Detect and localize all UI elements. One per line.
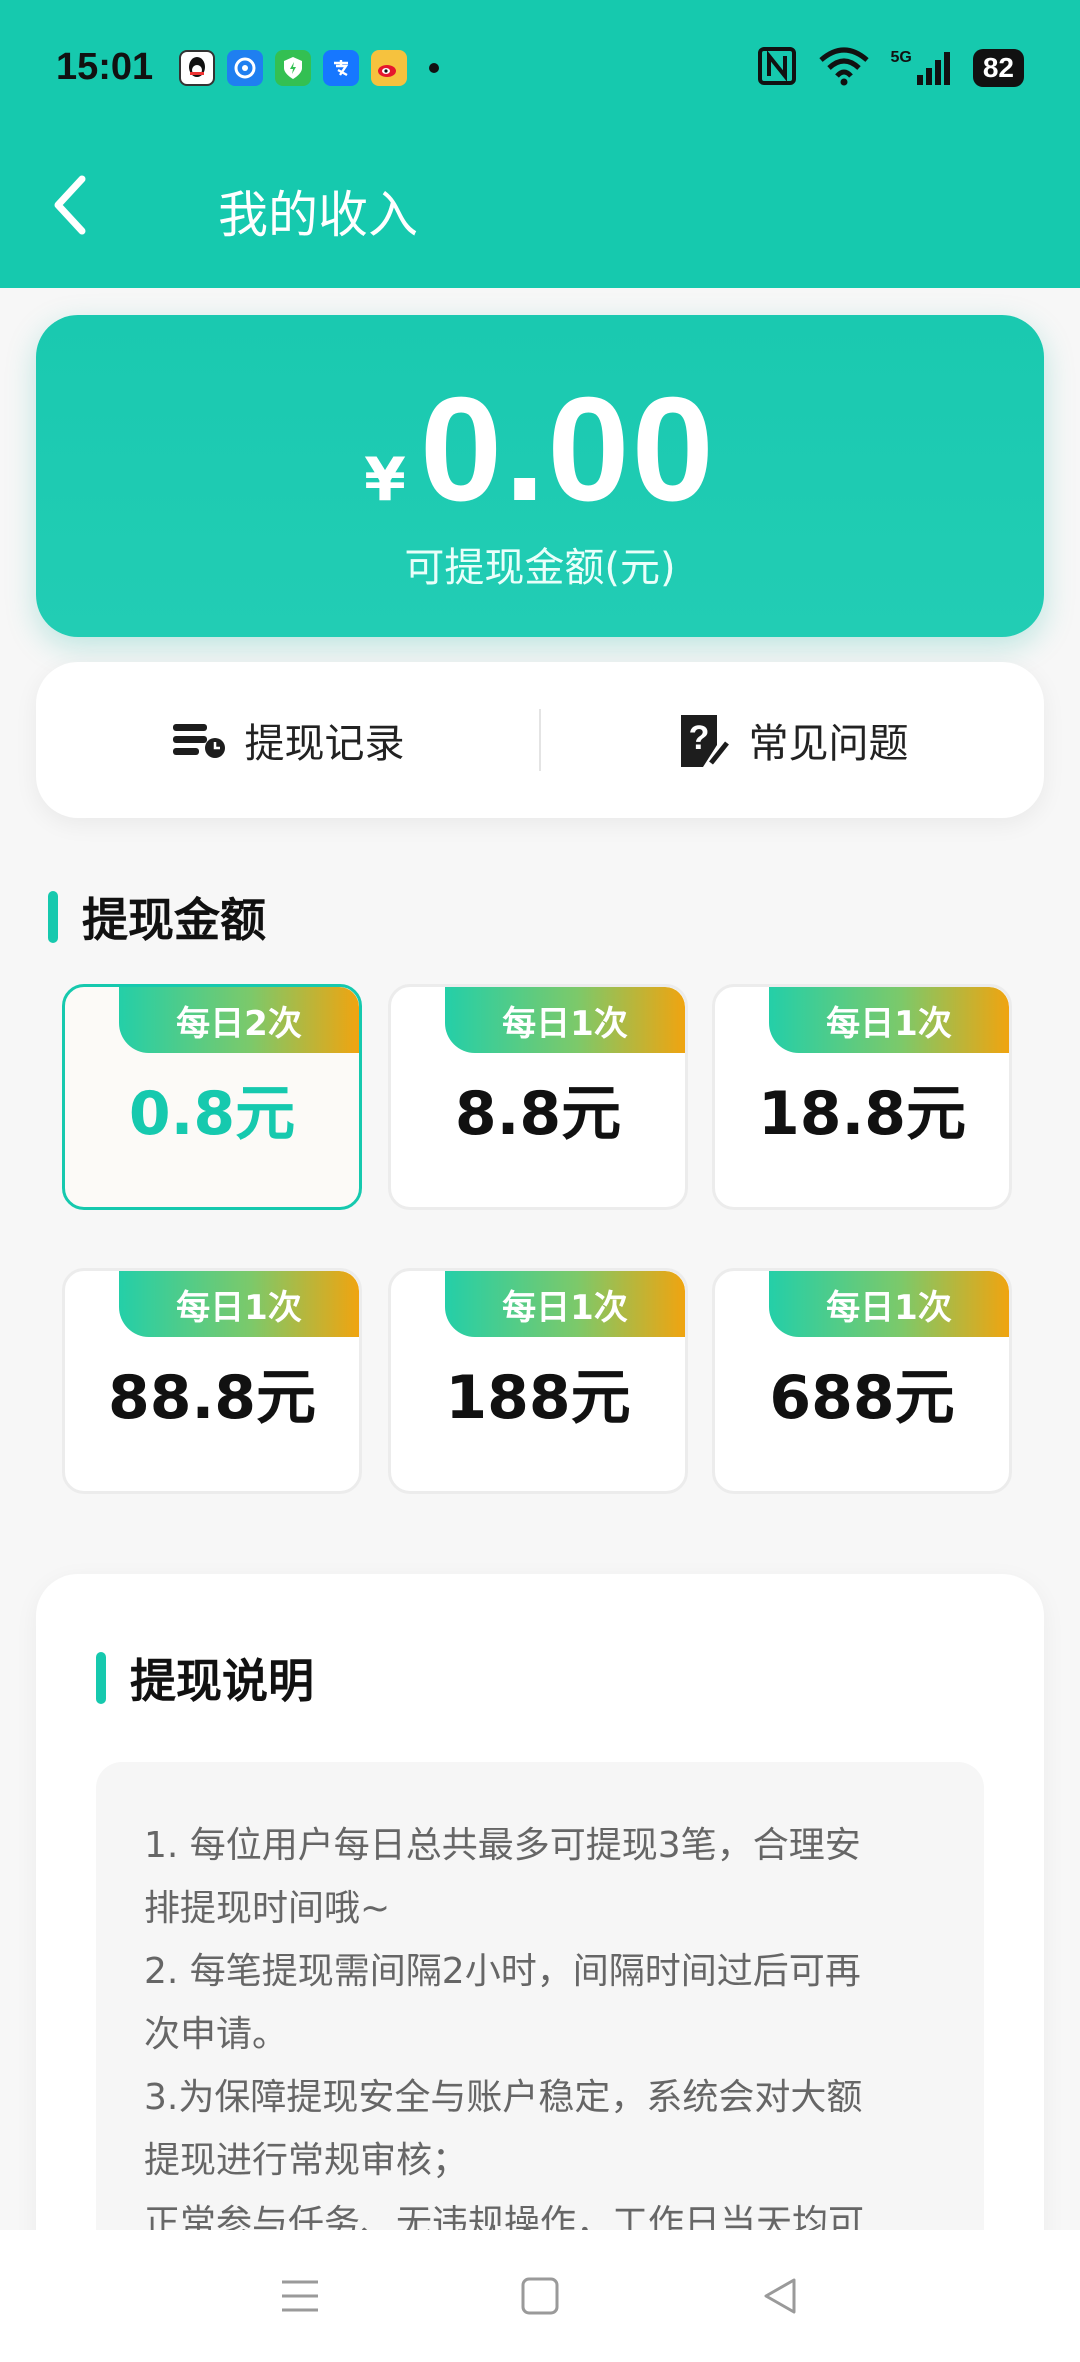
action-card: 提现记录 ? 常见问题 xyxy=(36,662,1044,818)
back-triangle-icon xyxy=(764,2278,796,2314)
option-value: 8.8元 xyxy=(454,1079,622,1149)
faq-label: 常见问题 xyxy=(748,721,909,767)
option-badge: 每日1次 xyxy=(119,1271,359,1337)
system-nav-bar xyxy=(0,2230,1080,2362)
pinwheel-icon xyxy=(227,49,264,86)
menu-button[interactable] xyxy=(270,2266,330,2326)
status-right: 5G 82 xyxy=(757,46,1024,90)
records-icon xyxy=(172,724,225,758)
instructions-heading: 提现说明 xyxy=(96,1645,314,1711)
qq-icon xyxy=(179,49,216,86)
instruction-line: 次申请。 xyxy=(144,2014,289,2055)
balance-amount: 0.00 xyxy=(419,367,716,532)
instruction-line: 2. 每笔提现需间隔2小时，间隔时间过后可再 xyxy=(144,1951,861,1992)
option-value: 188元 xyxy=(445,1363,631,1433)
alipay-icon xyxy=(323,49,360,86)
faq-icon: ? xyxy=(680,715,729,767)
network-type: 5G xyxy=(890,48,912,66)
weibo-icon xyxy=(371,49,408,86)
option-value: 0.8元 xyxy=(128,1079,296,1149)
option-value: 88.8元 xyxy=(107,1363,317,1433)
withdraw-option-0-8[interactable]: 每日2次 0.8元 xyxy=(62,984,362,1210)
page-title: 我的收入 xyxy=(218,186,418,244)
battery-indicator: 82 xyxy=(972,48,1024,87)
withdraw-records-button[interactable]: 提现记录 xyxy=(36,711,539,769)
section-accent-bar xyxy=(48,891,58,943)
withdraw-amount-heading: 提现金额 xyxy=(48,884,266,950)
balance-label: 可提现金额(元) xyxy=(404,545,676,591)
option-badge: 每日1次 xyxy=(445,987,685,1053)
option-value: 18.8元 xyxy=(757,1079,967,1149)
withdraw-option-688[interactable]: 每日1次 688元 xyxy=(712,1268,1012,1494)
signal-icon: 5G xyxy=(891,49,953,87)
battery-level: 82 xyxy=(982,51,1014,83)
withdraw-records-label: 提现记录 xyxy=(244,721,405,767)
home-button[interactable] xyxy=(510,2266,570,2326)
instruction-line: 排提现时间哦~ xyxy=(144,1888,391,1929)
withdraw-option-18-8[interactable]: 每日1次 18.8元 xyxy=(712,984,1012,1210)
home-square-icon xyxy=(521,2277,559,2315)
status-bar: 15:01 5G 82 xyxy=(0,0,1080,135)
option-value: 688元 xyxy=(769,1363,955,1433)
withdraw-option-88-8[interactable]: 每日1次 88.8元 xyxy=(62,1268,362,1494)
option-badge: 每日1次 xyxy=(445,1271,685,1337)
svg-text:?: ? xyxy=(688,719,709,757)
instruction-line: 3.为保障提现安全与账户稳定，系统会对大额 xyxy=(144,2077,863,2118)
status-app-icons xyxy=(179,49,440,86)
nfc-icon xyxy=(757,46,797,90)
menu-icon xyxy=(282,2280,318,2312)
withdraw-amount-title: 提现金额 xyxy=(82,893,266,947)
withdraw-option-8-8[interactable]: 每日1次 8.8元 xyxy=(388,984,688,1210)
section-accent-bar xyxy=(96,1652,106,1704)
instructions-title: 提现说明 xyxy=(130,1654,314,1708)
back-nav-button[interactable] xyxy=(750,2266,810,2326)
option-badge: 每日2次 xyxy=(119,987,359,1053)
option-badge: 每日1次 xyxy=(769,987,1009,1053)
faq-button[interactable]: ? 常见问题 xyxy=(541,711,1044,769)
instruction-line: 提现进行常规审核； xyxy=(144,2140,469,2181)
notification-dot xyxy=(429,62,440,73)
withdraw-option-188[interactable]: 每日1次 188元 xyxy=(388,1268,688,1494)
balance-card: ¥ 0.00 可提现金额(元) xyxy=(36,315,1044,637)
status-time: 15:01 xyxy=(56,46,154,88)
currency-symbol: ¥ xyxy=(364,445,406,515)
chevron-left-icon xyxy=(54,175,86,235)
shield-icon xyxy=(275,49,312,86)
option-badge: 每日1次 xyxy=(769,1271,1009,1337)
app-header: 我的收入 xyxy=(0,150,1080,260)
instruction-line: 1. 每位用户每日总共最多可提现3笔，合理安 xyxy=(144,1825,861,1866)
wifi-icon xyxy=(817,46,871,90)
back-button[interactable] xyxy=(40,170,100,240)
balance-amount-row: ¥ 0.00 xyxy=(36,365,1044,535)
